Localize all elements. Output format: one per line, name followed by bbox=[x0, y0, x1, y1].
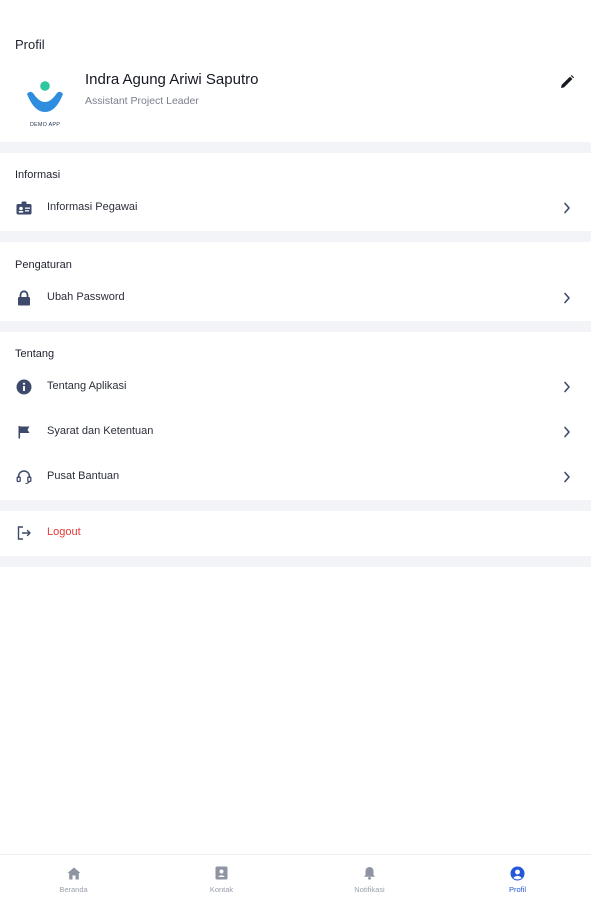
chevron-right-icon bbox=[561, 380, 573, 394]
chevron-right-icon bbox=[561, 425, 573, 439]
bottom-navigation: Beranda Kontak Notifikasi Profil bbox=[0, 854, 591, 900]
nav-label: Kontak bbox=[209, 885, 234, 894]
nav-label: Notifikasi bbox=[354, 885, 385, 894]
logout-icon bbox=[15, 525, 33, 541]
menu-item-label: Informasi Pegawai bbox=[47, 201, 138, 213]
nav-item-kontak[interactable]: Kontak bbox=[148, 855, 295, 900]
chevron-right-icon bbox=[561, 201, 573, 215]
menu-item-informasi-pegawai[interactable]: Informasi Pegawai bbox=[0, 186, 591, 230]
home-icon bbox=[66, 865, 82, 881]
section-divider bbox=[0, 142, 591, 153]
nav-label: Profil bbox=[508, 885, 527, 894]
menu-item-label: Syarat dan Ketentuan bbox=[47, 425, 154, 437]
section-divider bbox=[0, 500, 591, 511]
info-icon bbox=[15, 379, 33, 395]
nav-item-profil[interactable]: Profil bbox=[444, 855, 591, 900]
pencil-icon bbox=[559, 74, 575, 95]
nav-label: Beranda bbox=[59, 885, 88, 894]
section-title-pengaturan: Pengaturan bbox=[15, 259, 72, 271]
section-title-informasi: Informasi bbox=[15, 169, 61, 181]
menu-item-label: Tentang Aplikasi bbox=[47, 380, 127, 392]
id-badge-icon bbox=[15, 200, 33, 216]
section-divider bbox=[0, 321, 591, 332]
page-title: Profil bbox=[15, 37, 45, 52]
profile-page: Profil DEMO APP Indra Agung Ariwi Saputr… bbox=[0, 0, 591, 900]
chevron-right-icon bbox=[561, 470, 573, 484]
nav-item-notifikasi[interactable]: Notifikasi bbox=[296, 855, 443, 900]
menu-item-label: Ubah Password bbox=[47, 291, 125, 303]
user-name: Indra Agung Ariwi Saputro bbox=[85, 71, 259, 88]
flag-icon bbox=[15, 424, 33, 440]
user-circle-icon bbox=[510, 865, 526, 881]
section-title-tentang: Tentang bbox=[15, 348, 55, 360]
menu-item-label: Pusat Bantuan bbox=[47, 470, 120, 482]
contact-book-icon bbox=[214, 865, 230, 881]
menu-item-ubah-password[interactable]: Ubah Password bbox=[0, 276, 591, 320]
logout-label: Logout bbox=[47, 526, 81, 538]
bell-icon bbox=[362, 865, 378, 881]
section-divider bbox=[0, 231, 591, 242]
headset-icon bbox=[15, 469, 33, 485]
edit-profile-button[interactable] bbox=[557, 74, 577, 94]
lock-icon bbox=[15, 290, 33, 306]
logout-button[interactable]: Logout bbox=[0, 511, 591, 555]
menu-item-tentang-aplikasi[interactable]: Tentang Aplikasi bbox=[0, 365, 591, 409]
app-logo: DEMO APP bbox=[22, 76, 68, 128]
chevron-right-icon bbox=[561, 291, 573, 305]
section-divider bbox=[0, 556, 591, 567]
menu-item-pusat-bantuan[interactable]: Pusat Bantuan bbox=[0, 455, 591, 499]
profile-card: DEMO APP Indra Agung Ariwi Saputro Assis… bbox=[0, 62, 591, 142]
logo-text: DEMO APP bbox=[29, 122, 61, 128]
user-role: Assistant Project Leader bbox=[85, 95, 199, 107]
nav-item-beranda[interactable]: Beranda bbox=[0, 855, 147, 900]
menu-item-syarat-ketentuan[interactable]: Syarat dan Ketentuan bbox=[0, 410, 591, 454]
